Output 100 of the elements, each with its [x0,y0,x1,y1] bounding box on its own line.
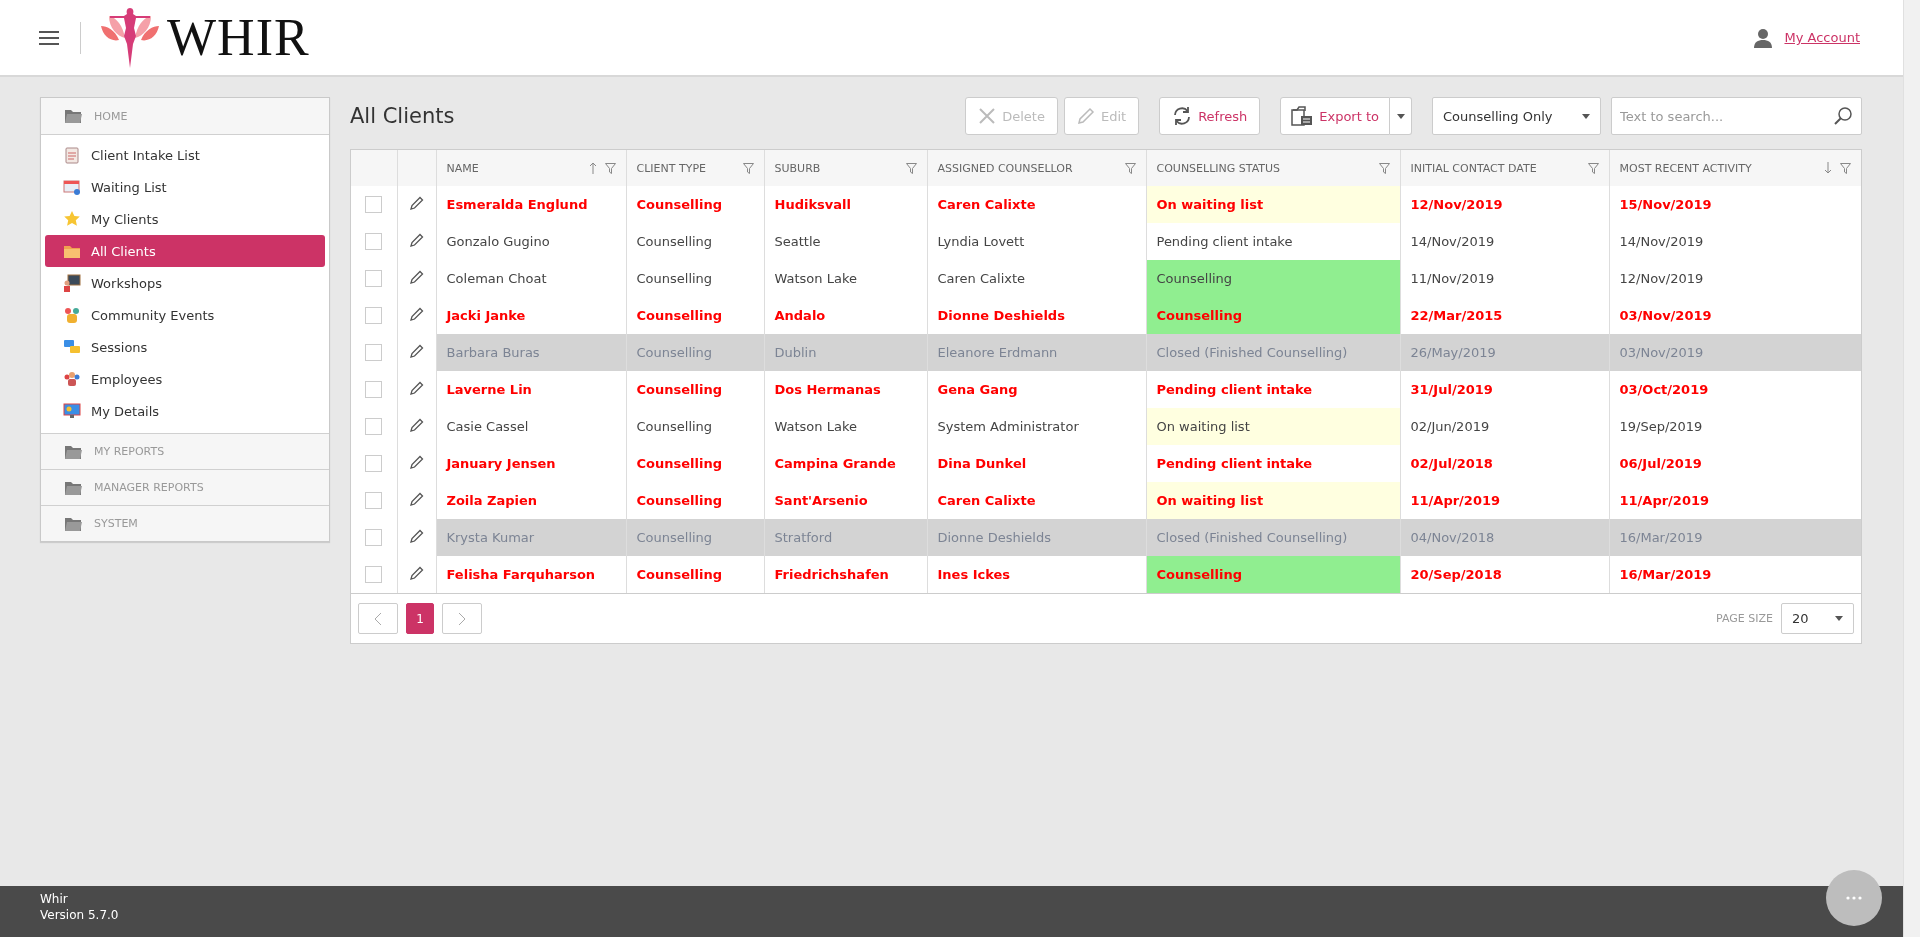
row-checkbox[interactable] [365,344,383,361]
table-cell: 11/Apr/2019 [1609,482,1861,519]
monitor-icon [63,402,81,420]
clipboard-icon [63,146,81,164]
pencil-icon[interactable] [409,233,424,247]
column-header[interactable]: SUBURB [764,150,927,186]
row-checkbox[interactable] [365,307,383,324]
status-cell: Counselling [1146,297,1400,334]
row-checkbox[interactable] [365,455,383,472]
status-cell: On waiting list [1146,186,1400,223]
page-title: All Clients [350,104,455,128]
table-cell: 16/Mar/2019 [1609,556,1861,593]
sidebar-item[interactable]: Client Intake List [45,139,325,171]
caret-icon [1582,113,1590,119]
pencil-icon[interactable] [409,344,424,358]
table-cell: 16/Mar/2019 [1609,519,1861,556]
status-cell: On waiting list [1146,482,1400,519]
caret-icon [1835,616,1843,621]
filter-icon[interactable] [1124,162,1136,174]
column-header[interactable]: COUNSELLING STATUS [1146,150,1400,186]
user-icon[interactable] [1754,27,1773,48]
menu-button[interactable] [38,28,60,47]
row-checkbox[interactable] [365,196,383,213]
column-header[interactable]: INITIAL CONTACT DATE [1400,150,1609,186]
row-checkbox[interactable] [365,418,383,435]
pencil-icon[interactable] [409,307,424,321]
table-cell: 19/Sep/2019 [1609,408,1861,445]
sidebar-section-header[interactable]: HOME [41,98,329,134]
pencil-icon[interactable] [409,418,424,432]
caret-icon [1396,113,1405,119]
more-button[interactable] [1826,870,1882,926]
column-header[interactable]: MOST RECENT ACTIVITY [1609,150,1861,186]
pencil-icon[interactable] [409,566,424,580]
sidebar-item[interactable]: Community Events [45,299,325,331]
my-account-link[interactable]: My Account [1784,30,1860,45]
pencil-icon[interactable] [409,455,424,469]
export-dropdown-button[interactable] [1390,97,1412,135]
filter-icon[interactable] [604,162,616,174]
table-cell: Friedrichshafen [764,556,927,593]
sidebar-item[interactable]: Waiting List [45,171,325,203]
table-cell: 15/Nov/2019 [1609,186,1861,223]
sidebar-item[interactable]: My Clients [45,203,325,235]
search-icon[interactable] [1834,107,1852,125]
filter-icon[interactable] [1840,162,1851,174]
column-header[interactable]: NAME [436,150,626,186]
close-icon [978,107,997,125]
table-cell: 14/Nov/2019 [1609,223,1861,260]
refresh-button[interactable]: Refresh [1159,97,1261,135]
table-cell: Felisha Farquharson [436,556,626,593]
sidebar-item[interactable]: Sessions [45,331,325,363]
pencil-icon[interactable] [409,270,424,284]
page-size-dropdown[interactable]: 20 [1781,603,1854,634]
status-cell: On waiting list [1146,408,1400,445]
export-icon [1291,106,1314,126]
table-cell: 03/Nov/2019 [1609,297,1861,334]
scrollbar[interactable] [1903,0,1920,937]
row-checkbox[interactable] [365,566,383,583]
team-icon [63,370,81,388]
filter-dropdown[interactable]: Counselling Only [1432,97,1601,135]
filter-icon[interactable] [905,162,917,174]
table-cell: 03/Nov/2019 [1609,334,1861,371]
search-field[interactable]: Text to search... [1611,97,1862,135]
sidebar-item[interactable]: My Details [45,395,325,427]
arrow-up-icon[interactable] [588,162,597,174]
row-checkbox[interactable] [365,270,383,287]
column-header[interactable]: CLIENT TYPE [626,150,764,186]
sidebar-item[interactable]: Workshops [45,267,325,299]
row-checkbox[interactable] [365,233,383,250]
brand-name: WHIR [167,8,310,67]
pencil-icon[interactable] [409,529,424,543]
page-button[interactable]: 1 [406,603,434,634]
export-button[interactable]: Export to [1280,97,1390,135]
row-checkbox[interactable] [365,381,383,398]
chat-icon [63,338,81,356]
people-icon [63,306,81,324]
sidebar-section-header[interactable]: MANAGER REPORTS [41,469,329,505]
app-name: Whir [40,892,68,906]
folder-icon [65,109,82,123]
pencil-icon[interactable] [409,196,424,210]
chevron-right-icon [458,611,466,626]
calendar-icon [63,178,81,196]
refresh-icon [1172,106,1193,126]
table-cell: 03/Oct/2019 [1609,371,1861,408]
row-checkbox[interactable] [365,492,383,509]
filter-icon[interactable] [1587,162,1599,174]
sidebar-section-header[interactable]: MY REPORTS [41,433,329,469]
table-cell: 20/Sep/2018 [1400,556,1609,593]
filter-icon[interactable] [1378,162,1390,174]
table-row[interactable]: Esmeralda Englund Counselling Hudiksvall Caren Calixte On waiting list 12/Nov/2019 15/Nov/2019 [351,186,1861,223]
pencil-icon[interactable] [409,381,424,395]
folder-icon [65,444,82,459]
column-header[interactable]: ASSIGNED COUNSELLOR [927,150,1146,186]
arrow-down-icon[interactable] [1824,162,1832,174]
pencil-icon[interactable] [409,492,424,506]
sidebar-item[interactable]: Employees [45,363,325,395]
filter-icon[interactable] [742,162,754,174]
row-checkbox[interactable] [365,529,383,546]
sidebar-item[interactable]: All Clients [45,235,325,267]
status-cell: Counselling [1146,556,1400,593]
sidebar-section-header[interactable]: SYSTEM [41,505,329,541]
